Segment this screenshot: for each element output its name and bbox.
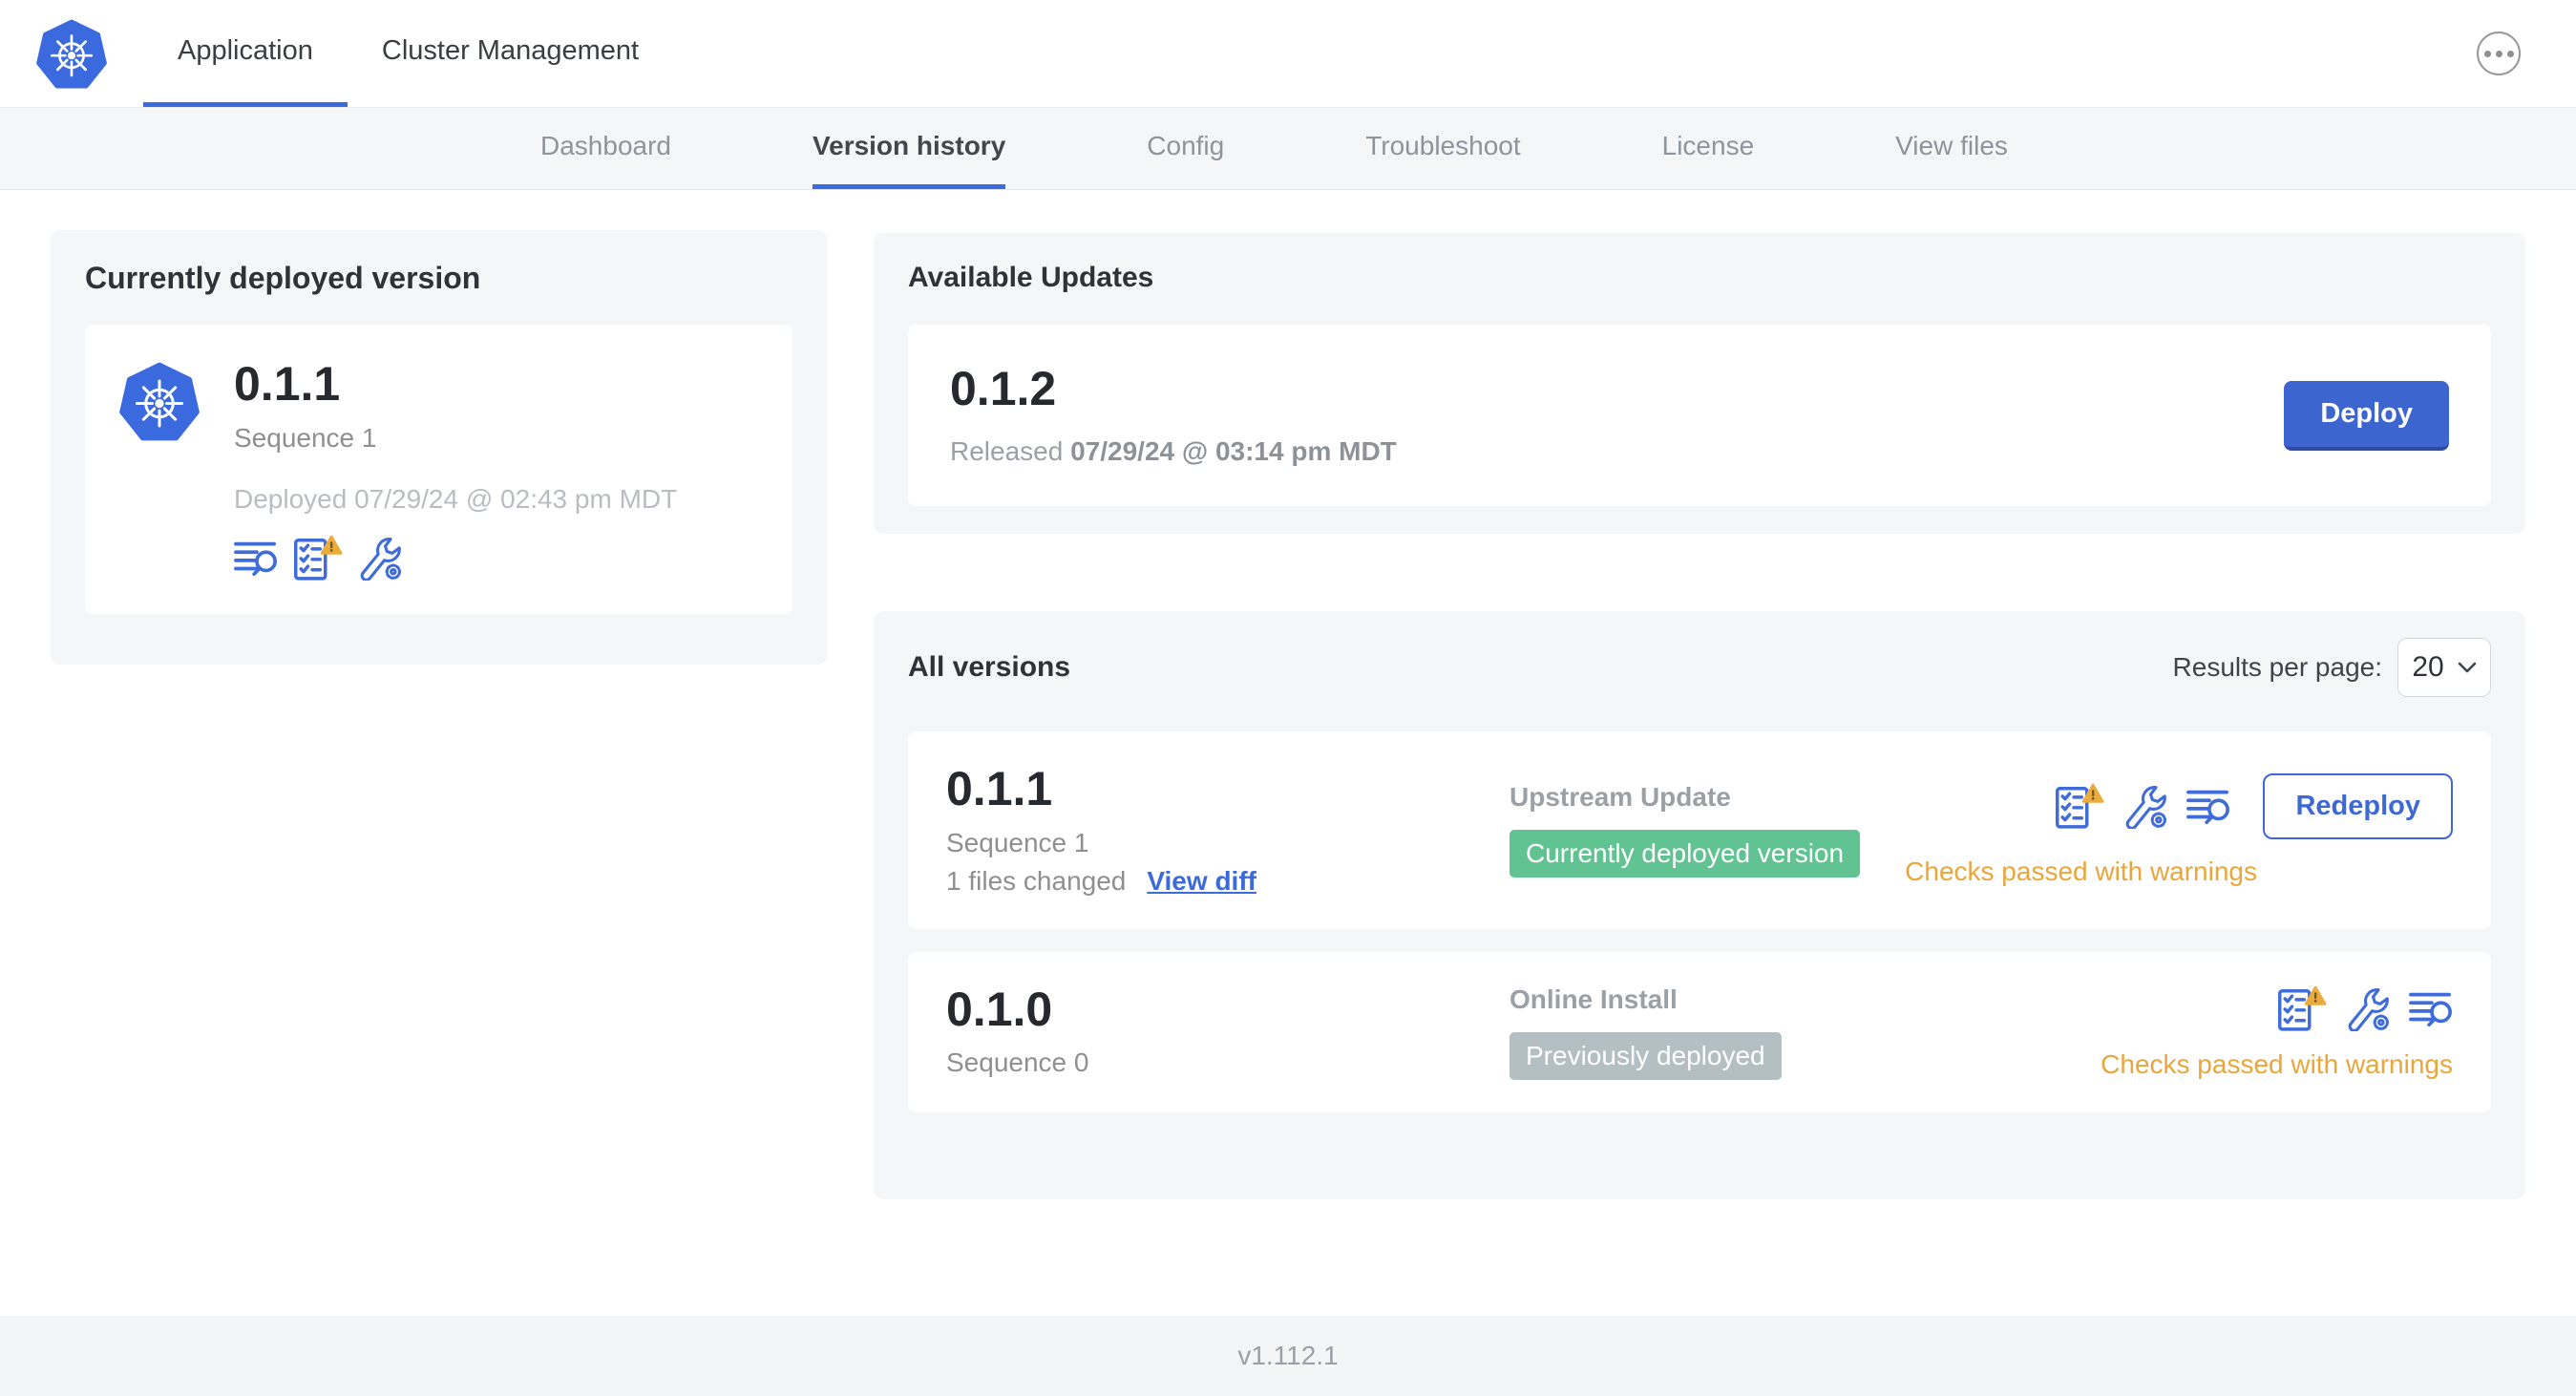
version-source-label: Upstream Update — [1510, 782, 1731, 813]
tab-application[interactable]: Application — [143, 0, 348, 107]
deploy-logs-icon[interactable] — [234, 538, 278, 578]
deployed-timestamp: Deployed 07/29/24 @ 02:43 pm MDT — [234, 483, 678, 514]
tab-view-files[interactable]: View files — [1895, 108, 2008, 189]
available-update-card: 0.1.2 Released 07/29/24 @ 03:14 pm MDT D… — [908, 325, 2491, 506]
row-sequence: Sequence 0 — [946, 1047, 1089, 1077]
config-icon[interactable] — [358, 535, 402, 581]
currently-deployed-card: 0.1.1 Sequence 1 Deployed 07/29/24 @ 02:… — [85, 325, 792, 614]
row-version-number: 0.1.1 — [946, 762, 1053, 815]
app-subnav: Dashboard Version history Config Trouble… — [0, 108, 2576, 190]
currently-deployed-title: Currently deployed version — [85, 261, 481, 295]
header-tabs: Application Cluster Management — [143, 0, 673, 107]
row-version-number: 0.1.0 — [946, 982, 1053, 1036]
config-icon[interactable] — [2346, 985, 2390, 1031]
preflight-checks-warning-icon[interactable] — [2055, 782, 2105, 830]
deploy-logs-icon[interactable] — [2409, 988, 2453, 1028]
preflight-status-text: Checks passed with warnings — [1905, 856, 2257, 886]
app-footer: v1.112.1 — [0, 1316, 2576, 1396]
preflight-checks-warning-icon[interactable] — [2277, 984, 2327, 1032]
all-versions-title: All versions — [908, 651, 1071, 683]
preflight-status-text: Checks passed with warnings — [2101, 1048, 2453, 1079]
all-versions-panel: All versions Results per page: 20 0.1.1 … — [874, 611, 2525, 1199]
tab-troubleshoot[interactable]: Troubleshoot — [1365, 108, 1520, 189]
version-row: 0.1.0 Sequence 0 Online Install Previous… — [908, 951, 2491, 1112]
tab-cluster-management[interactable]: Cluster Management — [348, 0, 673, 107]
config-icon[interactable] — [2123, 783, 2167, 830]
chevron-down-icon — [2458, 662, 2476, 673]
preflight-checks-warning-icon[interactable] — [293, 534, 343, 582]
update-released-timestamp: Released 07/29/24 @ 03:14 pm MDT — [950, 436, 1397, 467]
version-source-label: Online Install — [1510, 984, 1678, 1014]
files-changed-label: 1 files changed — [946, 865, 1127, 896]
console-version: v1.112.1 — [1237, 1341, 1339, 1370]
ellipsis-menu-icon[interactable] — [2477, 32, 2521, 75]
row-sequence: Sequence 1 — [946, 827, 1089, 857]
currently-deployed-panel: Currently deployed version 0.1.1 Sequenc… — [51, 230, 827, 665]
kubernetes-app-icon — [119, 359, 200, 443]
results-per-page-select[interactable]: 20 — [2397, 638, 2491, 697]
version-row: 0.1.1 Sequence 1 1 files changed View di… — [908, 731, 2491, 929]
results-per-page-label: Results per page: — [2172, 652, 2382, 682]
status-badge: Previously deployed — [1510, 1031, 1782, 1080]
kubernetes-logo — [0, 0, 143, 107]
available-updates-title: Available Updates — [908, 262, 1154, 293]
status-badge: Currently deployed version — [1510, 830, 1861, 878]
deploy-logs-icon[interactable] — [2186, 786, 2230, 826]
tab-dashboard[interactable]: Dashboard — [540, 108, 671, 189]
available-updates-panel: Available Updates 0.1.2 Released 07/29/2… — [874, 233, 2525, 534]
deployed-sequence: Sequence 1 — [234, 422, 377, 453]
app-header: Application Cluster Management — [0, 0, 2576, 108]
view-diff-link[interactable]: View diff — [1147, 866, 1256, 897]
deployed-version-number: 0.1.1 — [234, 357, 341, 411]
tab-version-history[interactable]: Version history — [812, 108, 1006, 189]
deploy-button[interactable]: Deploy — [2284, 380, 2449, 451]
tab-license[interactable]: License — [1662, 108, 1755, 189]
tab-config[interactable]: Config — [1147, 108, 1224, 189]
redeploy-button[interactable]: Redeploy — [2263, 772, 2453, 839]
update-version-number: 0.1.2 — [950, 361, 1057, 415]
